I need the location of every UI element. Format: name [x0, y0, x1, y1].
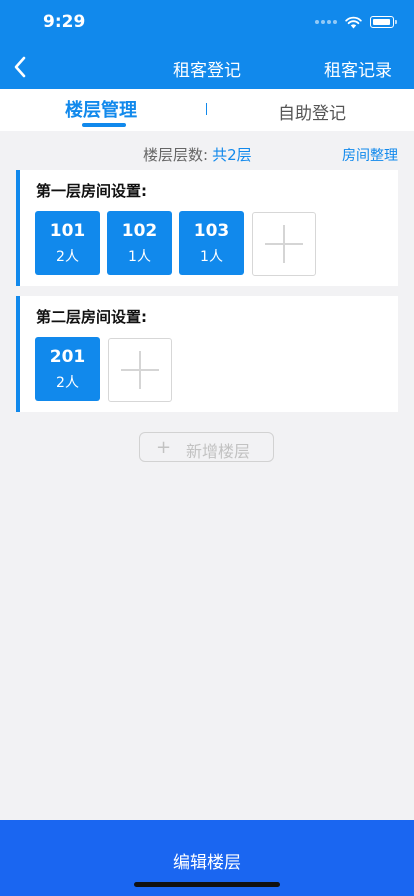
tab-floor-management[interactable]: 楼层管理: [65, 96, 137, 122]
room-number: 103: [193, 221, 230, 241]
room-number: 201: [49, 347, 86, 367]
room-number: 102: [121, 221, 158, 241]
tab-bar: 楼层管理 自助登记: [0, 89, 414, 131]
edit-floor-label: 编辑楼层: [173, 853, 241, 873]
floor-summary: 楼层层数: 共2层: [143, 144, 252, 165]
room-occupants: 1人: [200, 249, 223, 265]
floor-card: 第一层房间设置: 101 2人 102 1人 103 1人: [16, 170, 398, 286]
floor-title: 第二层房间设置:: [36, 308, 147, 326]
status-time: 9:29: [43, 12, 86, 32]
status-icons: [315, 14, 397, 30]
room-tile[interactable]: 103 1人: [179, 211, 244, 275]
floor-count-value: 共2层: [212, 146, 252, 164]
floor-card: 第二层房间设置: 201 2人: [16, 296, 398, 412]
room-occupants: 1人: [128, 249, 151, 265]
tab-active-indicator: [82, 123, 126, 127]
room-occupants: 2人: [56, 375, 79, 391]
battery-icon: [370, 16, 397, 28]
add-room-button[interactable]: [252, 212, 316, 276]
add-floor-button[interactable]: + 新增楼层: [139, 432, 274, 462]
app-header: 9:29 租客登记 租客记录: [0, 0, 414, 89]
floor-count-label: 楼层层数:: [143, 146, 209, 164]
room-tile[interactable]: 102 1人: [107, 211, 172, 275]
wifi-icon: [345, 16, 362, 28]
room-tile[interactable]: 101 2人: [35, 211, 100, 275]
room-number: 101: [49, 221, 86, 241]
tenant-records-link[interactable]: 租客记录: [324, 56, 392, 81]
room-tile[interactable]: 201 2人: [35, 337, 100, 401]
room-occupants: 2人: [56, 249, 79, 265]
home-indicator: [134, 882, 280, 887]
tab-divider: [206, 103, 207, 115]
floor-title: 第一层房间设置:: [36, 182, 147, 200]
tab-self-registration[interactable]: 自助登记: [278, 99, 346, 124]
cellular-signal-icon: [315, 20, 337, 24]
room-organize-link[interactable]: 房间整理: [342, 145, 398, 165]
add-floor-label: 新增楼层: [186, 442, 251, 461]
add-room-button[interactable]: [108, 338, 172, 402]
plus-icon: +: [156, 437, 172, 458]
